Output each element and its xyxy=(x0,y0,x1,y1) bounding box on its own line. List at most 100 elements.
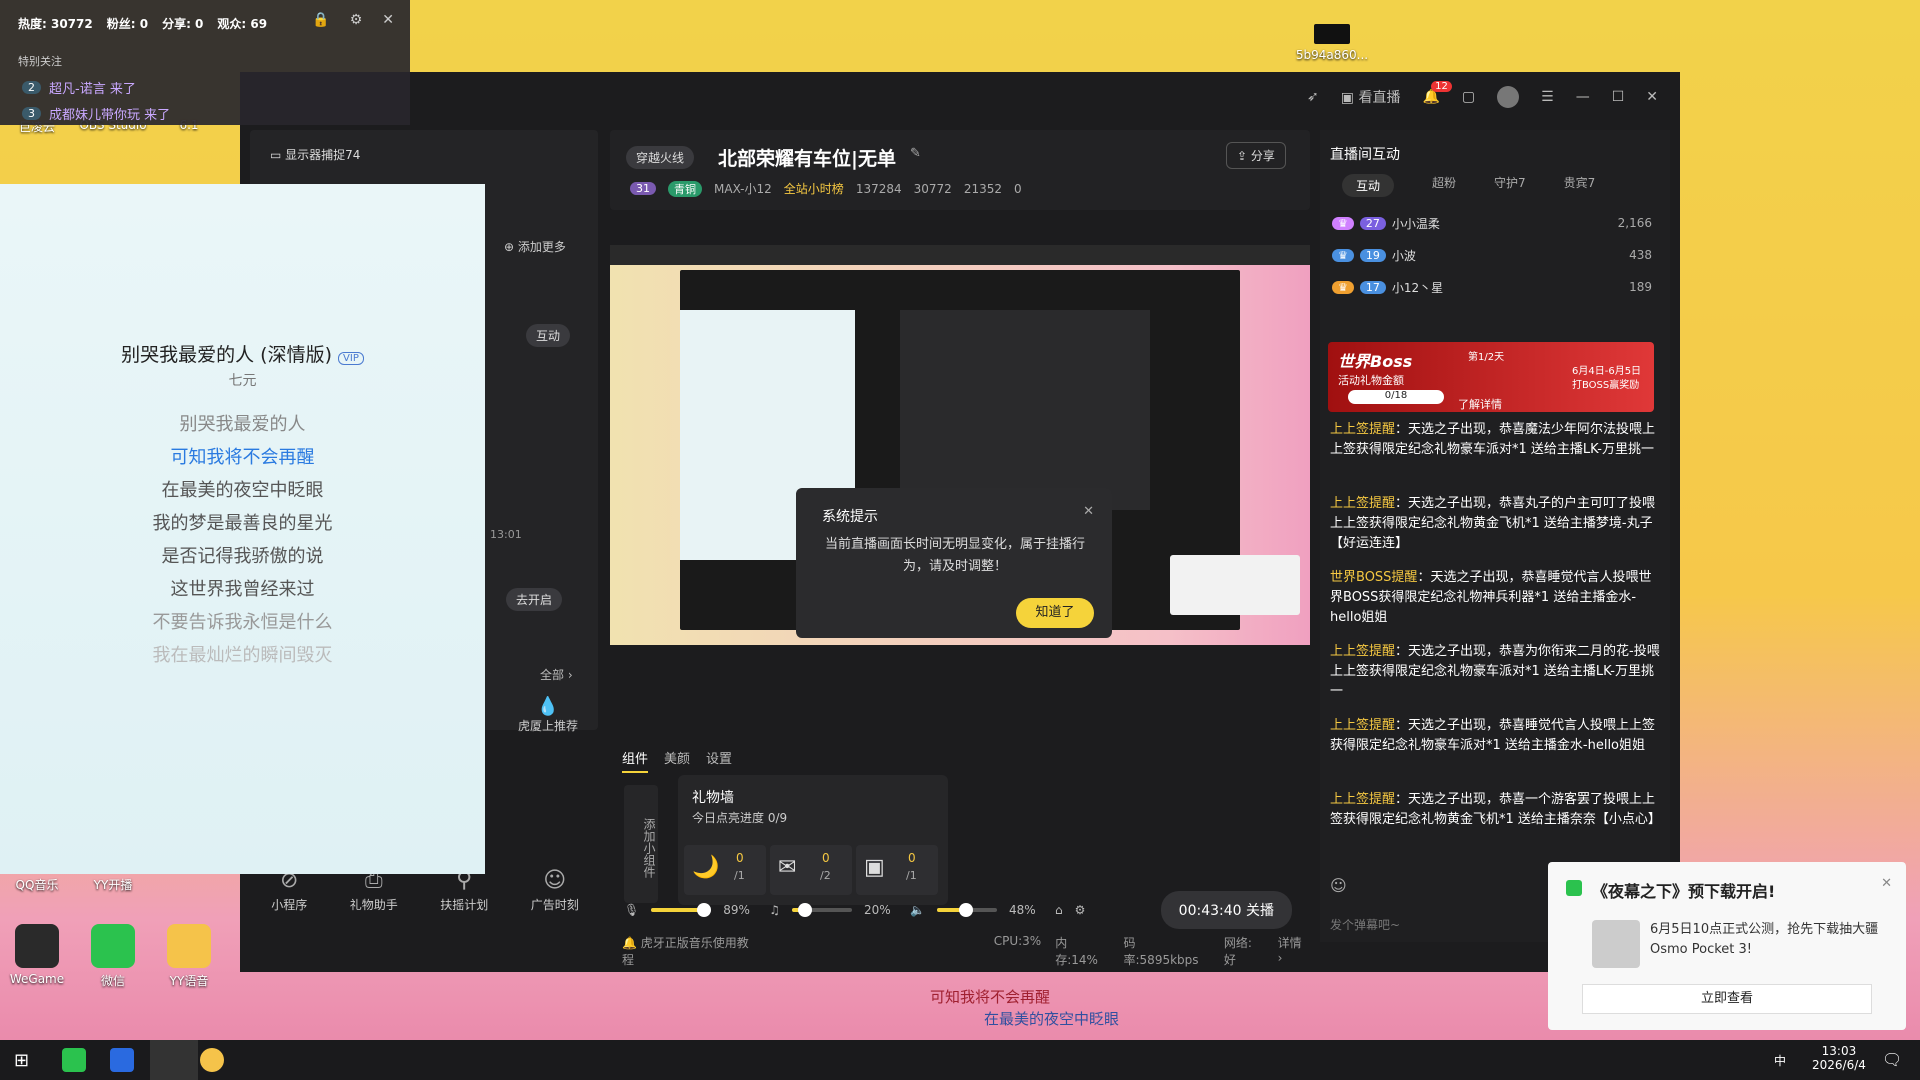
speaker-icon[interactable]: 🔈 xyxy=(910,903,925,917)
dialog-close-icon[interactable]: ✕ xyxy=(1083,504,1094,519)
lock-icon[interactable]: ⌂ xyxy=(1055,903,1063,917)
world-boss-banner[interactable]: 世界Boss 活动礼物金额 0/18 第1/2天 6月4日-6月5日 打BOSS… xyxy=(1328,342,1654,412)
fan-badge: ♛ xyxy=(1332,248,1354,262)
tab-components[interactable]: 组件 xyxy=(622,748,649,773)
notification-center-icon[interactable]: 🗨 xyxy=(1882,1050,1902,1069)
stat-1: 137284 xyxy=(855,181,902,196)
level-badge: 31 xyxy=(630,182,656,195)
tab-settings[interactable]: 设置 xyxy=(706,748,732,773)
maximize-icon[interactable]: ☐ xyxy=(1612,89,1625,105)
taskbar-app-icon[interactable] xyxy=(110,1048,134,1072)
desktop-file[interactable]: 5b94a860... xyxy=(1292,24,1372,62)
category-tag[interactable]: 穿越火线 xyxy=(626,146,695,169)
drop-icon: 💧 xyxy=(536,696,560,717)
mini-program-button[interactable]: ⊘ 小程序 xyxy=(271,868,307,913)
watch-live-button[interactable]: ▣ 看直播 xyxy=(1341,87,1401,107)
settings-icon[interactable]: ⚙ xyxy=(350,12,363,28)
chat-input[interactable]: 发个弹幕吧~ xyxy=(1330,916,1400,933)
widget-tabs: 组件 美颜 设置 xyxy=(622,748,732,773)
ime-indicator[interactable]: 中 xyxy=(1774,1052,1786,1069)
bell-icon[interactable]: 🔔 12 xyxy=(1422,81,1452,105)
toast-view-button[interactable]: 立即查看 xyxy=(1582,984,1872,1014)
gift-helper-button[interactable]: ⎙ 礼物助手 xyxy=(350,868,398,913)
desktop-icon-wechat[interactable]: 微信 xyxy=(78,924,148,989)
fan-badge: ♛ xyxy=(1332,280,1354,294)
tab-guard[interactable]: 守护7 xyxy=(1494,174,1526,197)
detail-link[interactable]: 详情 › xyxy=(1278,934,1310,968)
share-button[interactable]: ⇪ 分享 xyxy=(1226,142,1286,169)
settings-icon[interactable]: ⚙ xyxy=(1075,903,1086,917)
close-icon[interactable]: ✕ xyxy=(1646,89,1658,105)
speaker-slider[interactable] xyxy=(936,903,997,917)
close-icon[interactable]: ✕ xyxy=(382,12,394,28)
lyrics-window: 别哭我最爱的人 (深情版) VIP 七元 别哭我最爱的人 可知我将不会再醒 在最… xyxy=(0,184,485,874)
stop-live-button[interactable]: 00:43:40 关播 xyxy=(1160,891,1292,929)
toast-close-icon[interactable]: ✕ xyxy=(1881,876,1892,891)
stream-header: 穿越火线 北部荣耀有车位|无单 ✎ ⇪ 分享 31 青铜 MAX-小12 全站小… xyxy=(610,130,1310,210)
lock-icon[interactable]: 🔒 xyxy=(312,12,329,28)
rocket-icon[interactable]: ➶ xyxy=(1307,89,1319,105)
subtitle-line-1: 可知我将不会再醒 xyxy=(930,988,1051,1006)
fan-badge: ♛ xyxy=(1332,216,1354,230)
music-icon[interactable]: ♫ xyxy=(769,903,780,917)
rank-row[interactable]: ♛ 17 小12丶星 189 xyxy=(1332,274,1652,300)
tab-superfans[interactable]: 超粉 xyxy=(1432,174,1456,197)
lyric-line-current: 可知我将不会再醒 xyxy=(170,447,315,468)
tab-vip[interactable]: 贵宾7 xyxy=(1564,174,1596,197)
desktop-icon-yy[interactable]: YY开播 xyxy=(78,876,148,893)
add-widget-button[interactable]: 添加小组件 xyxy=(624,785,658,903)
all-link[interactable]: 全部 › xyxy=(540,666,573,683)
windows-start-icon[interactable]: ⊞ xyxy=(14,1050,29,1071)
fuyao-button[interactable]: ⚲ 扶摇计划 xyxy=(440,868,488,913)
desktop-icon-yyvoice[interactable]: YY语音 xyxy=(154,924,224,989)
chat-message: 上上签提醒：天选之子出现，恭喜丸子的户主可叮了投喂上上签获得限定纪念礼物黄金飞机… xyxy=(1330,496,1656,551)
vip-badge: VIP xyxy=(338,352,364,365)
taskbar-yy-icon[interactable] xyxy=(200,1048,224,1072)
system-dialog: 系统提示 ✕ 当前直播画面长时间无明显变化，属于挂播行为，请及时调整！ 知道了 xyxy=(796,488,1112,638)
mic-slider[interactable] xyxy=(651,903,712,917)
desktop-icon-qqmusic[interactable]: QQ音乐 xyxy=(2,876,72,893)
mem-stat: 内存:14% xyxy=(1055,936,1098,967)
net-stat: 网络:好 xyxy=(1223,936,1252,967)
hupush-button[interactable]: 💧 虎厦上推荐 xyxy=(518,696,578,734)
lyric-line: 我的梦是最善良的星光 xyxy=(152,513,333,534)
gift-wall[interactable]: 礼物墙 今日点亮进度 0/9 🌙 0/1 ✉ 0/2 ▣ 0/1 xyxy=(678,775,948,905)
rank-row[interactable]: ♛ 19 小波 438 xyxy=(1332,242,1652,268)
edit-icon[interactable]: ✎ xyxy=(910,146,921,161)
tab-beauty[interactable]: 美颜 xyxy=(664,748,690,773)
stat-2: 30772 xyxy=(913,181,952,196)
open-button[interactable]: 去开启 xyxy=(506,588,563,611)
subtitle-line-2: 在最美的夜空中眨眼 xyxy=(984,1010,1120,1028)
tab-interact[interactable]: 互动 xyxy=(1342,174,1395,197)
interaction-title: 直播间互动 xyxy=(1330,147,1400,163)
clock[interactable]: 13:03 2026/6/4 xyxy=(1812,1044,1866,1072)
ad-time-button[interactable]: ☺ 广告时刻 xyxy=(531,868,579,913)
music-tip-link[interactable]: 🔔 虎牙正版音乐使用教程 xyxy=(622,934,760,968)
title-bar: ➶ ▣ 看直播 🔔 12 ▢ ☰ — ☐ ✕ xyxy=(240,72,1680,122)
rank-row[interactable]: ♛ 27 小小温柔 2,166 xyxy=(1332,210,1652,236)
avatar[interactable] xyxy=(1497,86,1520,108)
taskbar-huya-icon[interactable] xyxy=(150,1040,198,1080)
taskbar-wechat-icon[interactable] xyxy=(62,1048,86,1072)
gift-envelope-icon: ✉ xyxy=(778,855,797,880)
gift-item: ▣ 0/1 xyxy=(856,845,938,895)
add-more-button[interactable]: ⊕ 添加更多 xyxy=(504,238,566,255)
notification-toast[interactable]: 《夜幕之下》预下载开启! ✕ 6月5日10点正式公测，抢先下载抽大疆Osmo P… xyxy=(1548,862,1906,1030)
hourly-rank[interactable]: 全站小时榜 xyxy=(784,180,844,197)
gift-box-icon[interactable]: ▢ xyxy=(1462,89,1475,105)
music-slider[interactable] xyxy=(792,903,852,917)
dialog-ok-button[interactable]: 知道了 xyxy=(1016,598,1094,628)
lyric-line: 这世界我曾经来过 xyxy=(170,579,315,600)
tab-hudong[interactable]: 互动 xyxy=(526,324,571,347)
menu-icon[interactable]: ☰ xyxy=(1541,89,1554,105)
stat-3: 21352 xyxy=(963,181,1002,196)
cpu-stat: CPU:3% xyxy=(993,934,1042,948)
song-title: 别哭我最爱的人 (深情版) VIP xyxy=(0,340,485,367)
source-item[interactable]: ▭ 显示器捕捉74 xyxy=(270,146,360,163)
emoji-icon[interactable]: ☺ xyxy=(1330,876,1347,895)
minimize-icon[interactable]: — xyxy=(1576,89,1590,105)
interaction-tabs: 互动 超粉 守护7 贵宾7 xyxy=(1342,174,1596,197)
desktop-icon-wegame[interactable]: WeGame xyxy=(2,924,72,986)
interaction-panel: 直播间互动 互动 超粉 守护7 贵宾7 ♛ 27 小小温柔 2,166 ♛ 19 小波 43… xyxy=(1320,130,1670,942)
mic-icon[interactable]: 🎙 xyxy=(624,903,639,917)
